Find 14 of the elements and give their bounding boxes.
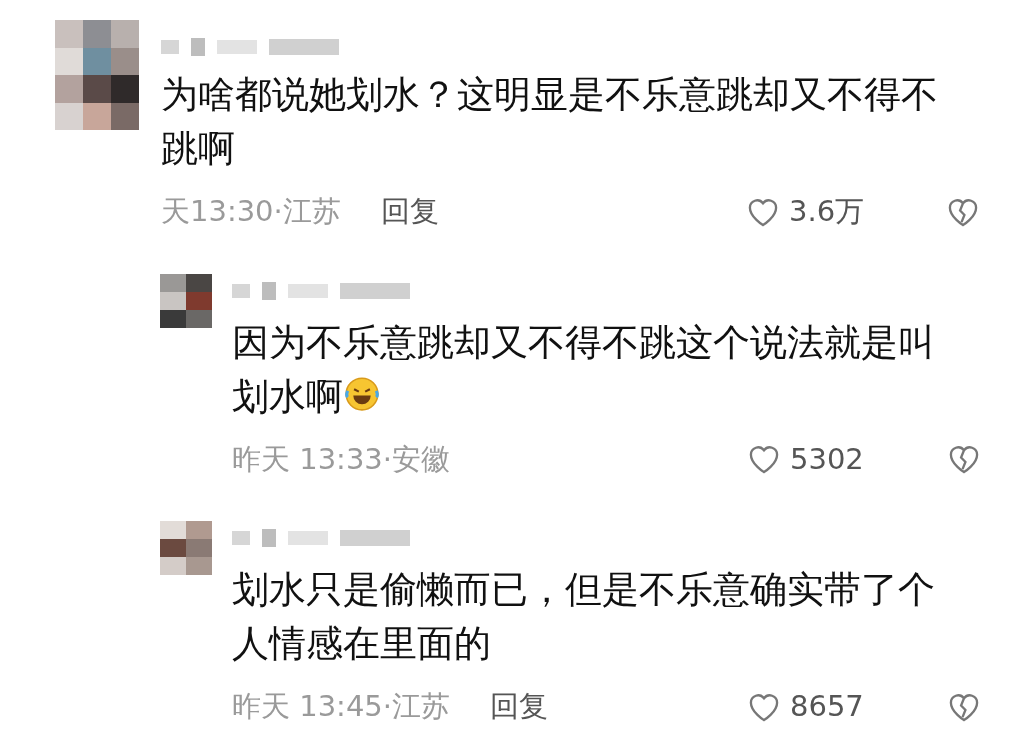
like-count: 8657 [790,688,864,725]
laughing-emoji-icon [343,374,381,413]
comment-time: 天13:30·江苏 [161,193,341,230]
comment-text: 划水只是偷懒而已，但是不乐意确实带了个人情感在里面的 [232,567,936,667]
like-count: 5302 [790,440,864,478]
comment-text: 因为不乐意跳却又不得不跳这个说法就是叫划水啊 [232,319,936,420]
avatar-mosaic [160,273,212,328]
like-count: 3.6万 [789,193,865,230]
comment-time: 昨天 13:45·江苏 [232,688,450,725]
reply-link[interactable]: 回复 [380,190,439,234]
comment-text: 为啥都说她划水？这明显是不乐意跳却又不得不跳啊 [161,72,939,172]
avatar-mosaic [160,521,212,575]
reply-link[interactable]: 回复 [490,685,548,729]
comment-time: 昨天 13:33·安徽 [232,440,450,478]
